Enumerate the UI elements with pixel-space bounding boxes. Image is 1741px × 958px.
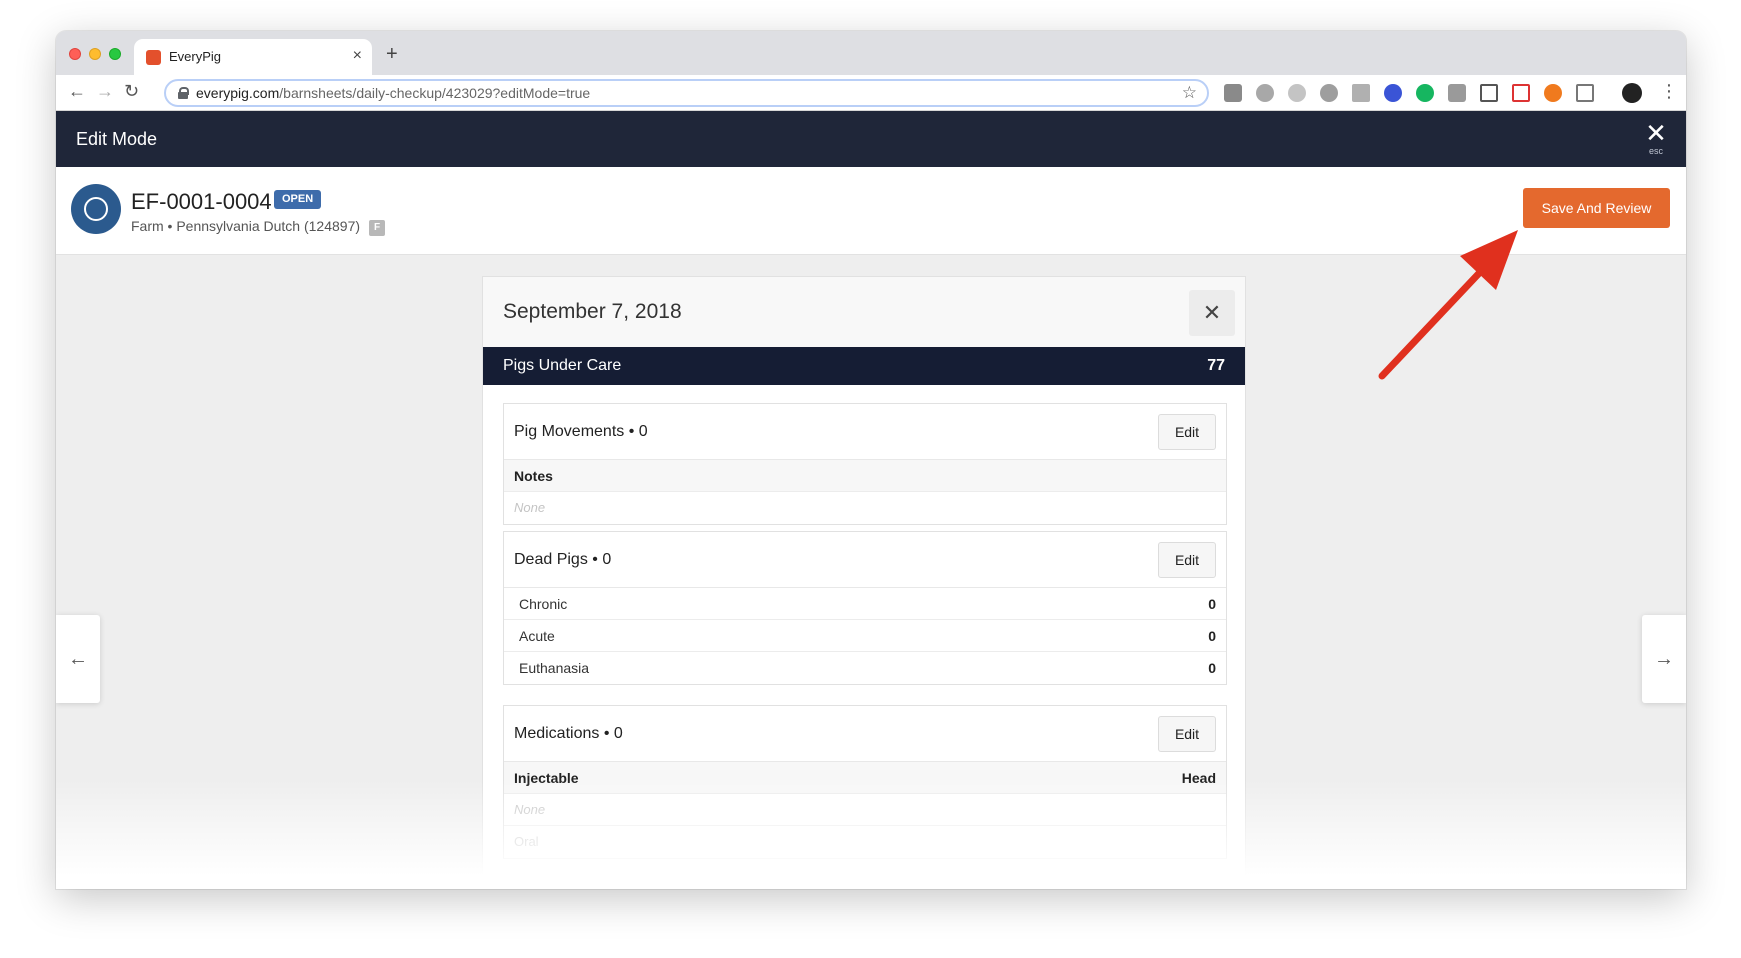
farm-id: EF-0001-0004 xyxy=(131,189,272,214)
page-title: Edit Mode xyxy=(76,129,158,149)
table-row: Acute 0 xyxy=(504,620,1226,652)
edit-pig-movements-button[interactable]: Edit xyxy=(1158,414,1216,450)
everypig-favicon-icon xyxy=(146,50,161,65)
oral-label: Oral xyxy=(514,834,539,849)
edit-dead-pigs-button[interactable]: Edit xyxy=(1158,542,1216,578)
next-day-button[interactable]: → xyxy=(1642,615,1686,703)
tab-title: EveryPig xyxy=(169,49,222,64)
table-row: Chronic 0 xyxy=(504,588,1226,620)
lock-icon xyxy=(178,87,189,99)
edit-medications-button[interactable]: Edit xyxy=(1158,716,1216,752)
annotation-arrow-icon xyxy=(1378,230,1518,380)
bookmark-star-icon[interactable]: ☆ xyxy=(1182,83,1197,103)
browser-window: EveryPig × + ← → ↻ everypig.com/barnshee… xyxy=(56,31,1686,889)
camera-extension-icon[interactable] xyxy=(1224,84,1242,102)
arrow-left-icon: ← xyxy=(68,648,88,670)
section-title: Dead Pigs • 0 xyxy=(514,551,612,568)
c-extension-icon[interactable] xyxy=(1576,84,1594,102)
tips-extension-icon[interactable] xyxy=(1320,84,1338,102)
dead-pigs-section: Dead Pigs • 0 Edit Chronic 0 Acute 0 Eut… xyxy=(503,531,1227,685)
grammarly-extension-icon[interactable] xyxy=(1416,84,1434,102)
browser-toolbar: ← → ↻ everypig.com/barnsheets/daily-chec… xyxy=(56,75,1686,111)
close-window-button[interactable] xyxy=(69,48,81,60)
arrow-right-icon: → xyxy=(1654,648,1674,670)
daily-checkup-card: September 7, 2018 ✕ Pigs Under Care 77 P… xyxy=(482,276,1246,889)
profile-avatar[interactable] xyxy=(1622,83,1642,103)
fire-extension-icon[interactable] xyxy=(1544,84,1562,102)
tab-strip: EveryPig × + xyxy=(56,31,1686,75)
injectable-label: Injectable xyxy=(514,770,579,786)
forward-arrow-icon[interactable]: → xyxy=(96,81,114,102)
previous-day-button[interactable]: ← xyxy=(56,615,100,703)
close-icon: ✕ xyxy=(1202,300,1222,325)
close-card-button[interactable]: ✕ xyxy=(1189,290,1235,336)
save-and-review-button[interactable]: Save And Review xyxy=(1523,188,1670,228)
medications-section: Medications • 0 Edit Injectable Head Non… xyxy=(503,705,1227,859)
reload-icon[interactable]: ↻ xyxy=(124,81,139,102)
drive-extension-icon[interactable] xyxy=(1256,84,1274,102)
notes-value: None xyxy=(514,500,546,515)
new-tab-icon[interactable]: + xyxy=(386,43,398,66)
farm-type-badge: F xyxy=(369,220,385,236)
section-title: Pig Movements • 0 xyxy=(514,423,648,440)
head-label: Head xyxy=(1181,770,1216,786)
mail-extension-icon[interactable] xyxy=(1352,84,1370,102)
browser-menu-icon[interactable]: ⋮ xyxy=(1660,81,1678,102)
exit-edit-mode-button[interactable]: ✕ esc xyxy=(1643,120,1669,156)
checkup-date: September 7, 2018 xyxy=(503,300,682,323)
v-extension-icon[interactable] xyxy=(1384,84,1402,102)
edit-mode-header: Edit Mode ✕ esc xyxy=(56,111,1686,167)
maximize-window-button[interactable] xyxy=(109,48,121,60)
tab-close-icon[interactable]: × xyxy=(353,47,362,65)
pig-movements-section: Pig Movements • 0 Edit Notes None xyxy=(503,403,1227,525)
section-title: Medications • 0 xyxy=(514,725,623,742)
notes-label: Notes xyxy=(514,468,553,484)
extensions-row xyxy=(1224,84,1594,102)
screenshot-extension-icon[interactable] xyxy=(1480,84,1498,102)
pigs-under-care-bar: Pigs Under Care 77 xyxy=(483,347,1245,385)
address-bar[interactable]: everypig.com/barnsheets/daily-checkup/42… xyxy=(164,79,1209,107)
k-extension-icon[interactable] xyxy=(1448,84,1466,102)
pigs-under-care-label: Pigs Under Care xyxy=(503,357,622,374)
card-header: September 7, 2018 ✕ xyxy=(483,277,1245,347)
close-icon: ✕ xyxy=(1645,118,1667,148)
browser-tab[interactable]: EveryPig × xyxy=(134,39,372,75)
farm-subtitle: Farm • Pennsylvania Dutch (124897) xyxy=(131,218,361,234)
table-row: Euthanasia 0 xyxy=(519,660,1216,676)
clock-extension-icon[interactable] xyxy=(1288,84,1306,102)
farm-avatar-icon xyxy=(71,184,121,234)
injectable-value: None xyxy=(514,802,546,817)
pdf-extension-icon[interactable] xyxy=(1512,84,1530,102)
minimize-window-button[interactable] xyxy=(89,48,101,60)
url-text: everypig.com/barnsheets/daily-checkup/42… xyxy=(196,85,591,101)
status-badge: OPEN xyxy=(274,190,322,209)
back-arrow-icon[interactable]: ← xyxy=(68,81,86,102)
pigs-under-care-value: 77 xyxy=(1207,357,1225,374)
